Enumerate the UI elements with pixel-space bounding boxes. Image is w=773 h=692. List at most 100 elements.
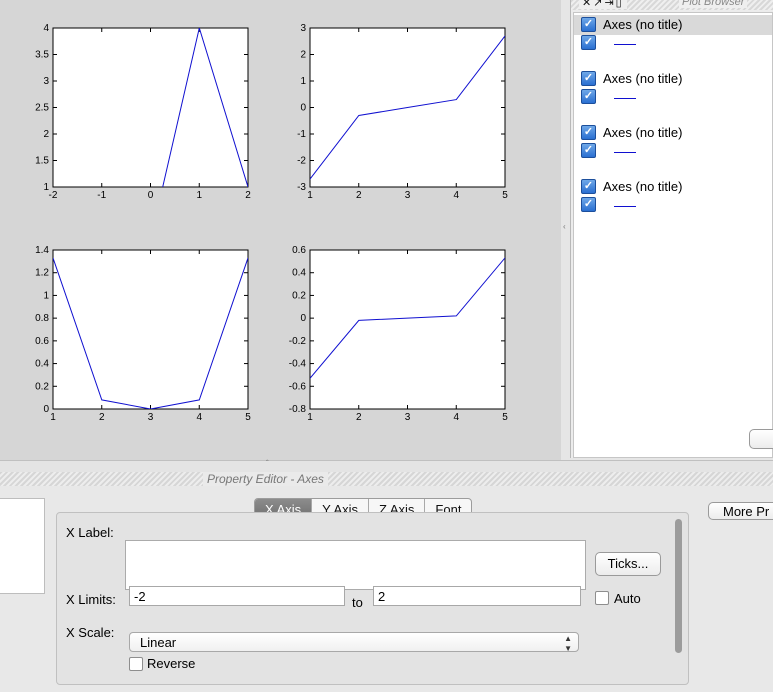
y-tick-label: -1 — [297, 129, 306, 140]
axes-label: Axes (no title) — [603, 125, 683, 140]
y-tick-label: 0.2 — [292, 290, 306, 301]
y-tick-label: 0 — [43, 404, 49, 415]
x-tick-label: 3 — [405, 412, 411, 423]
arrow-icon[interactable]: ↗ — [593, 0, 604, 9]
property-editor-titlebar: Property Editor - Axes — [0, 472, 773, 486]
ticks-button[interactable]: Ticks... — [595, 552, 661, 576]
axes-visibility-checkbox[interactable]: ✓ — [581, 125, 596, 140]
y-tick-label: 0.4 — [35, 359, 49, 370]
line-visibility-checkbox[interactable]: ✓ — [581, 197, 596, 212]
vertical-splitter[interactable]: ‹ — [561, 0, 570, 460]
axes-visibility-checkbox[interactable]: ✓ — [581, 71, 596, 86]
add-data-icon[interactable]: ⇥ — [604, 0, 615, 9]
y-tick-label: -0.4 — [289, 359, 307, 370]
plot-browser-item[interactable]: ✓ Axes (no title) ✓ — [574, 69, 772, 119]
reverse-checkbox[interactable] — [129, 657, 143, 671]
x-tick-label: 2 — [356, 190, 362, 201]
y-tick-label: 3 — [43, 76, 49, 87]
x-tick-label: -2 — [49, 190, 58, 201]
subplot-axes-2[interactable]: 1 2 3 4 5 3 2 1 0 -1 -2 -3 — [297, 23, 508, 201]
plot-browser-toolbar[interactable]: ✕↗⇥▯ — [579, 0, 627, 9]
x-tick-label: 1 — [196, 190, 202, 201]
x-tick-label: 0 — [148, 190, 154, 201]
line-row[interactable]: ✓ — [574, 89, 772, 109]
axes-box[interactable] — [52, 27, 249, 188]
x-tick-label: 1 — [307, 190, 313, 201]
x-limit-max-input[interactable]: 2 — [373, 586, 581, 606]
axes-visibility-checkbox[interactable]: ✓ — [581, 179, 596, 194]
axes-row[interactable]: ✓ Axes (no title) — [574, 69, 772, 89]
splitter-grip-icon: ˆ — [266, 459, 269, 468]
more-properties-button[interactable]: More Pr — [708, 502, 773, 520]
y-tick-label: 0.2 — [35, 381, 49, 392]
y-tick-label: 2.5 — [35, 103, 49, 114]
plot-browser-panel: ✕↗⇥▯ Plot Browser ✓ Axes (no title) ✓ ✓ Axes… — [570, 0, 773, 458]
line-row[interactable]: ✓ — [574, 197, 772, 217]
y-tick-label: -2 — [297, 156, 306, 167]
property-scrollbar[interactable] — [674, 516, 683, 678]
y-tick-label: 1.5 — [35, 156, 49, 167]
x-tick-label: 4 — [196, 412, 202, 423]
line-swatch-icon — [614, 44, 636, 45]
x-scale-value: Linear — [140, 635, 177, 650]
y-tick-label: -3 — [297, 182, 306, 193]
line-visibility-checkbox[interactable]: ✓ — [581, 35, 596, 50]
y-tick-label: 1 — [43, 182, 49, 193]
axes-label: Axes (no title) — [603, 71, 683, 86]
y-tick-label: 4 — [43, 23, 49, 34]
x-tick-label: 3 — [148, 412, 154, 423]
subplot-grid[interactable]: -2 -1 0 1 243.532.521.511 2 3 4 53210-1-2-31 2 3 4 5… — [0, 0, 561, 460]
axes-label: Axes (no title) — [603, 17, 683, 32]
axes-visibility-checkbox[interactable]: ✓ — [581, 17, 596, 32]
axes-box[interactable] — [52, 249, 249, 410]
x-tick-label: 4 — [453, 190, 459, 201]
subplot-axes-1[interactable]: -2 -1 0 1 2 4 3.5 3 2.5 2 1.5 1 — [35, 23, 251, 240]
figure-canvas[interactable]: -2 -1 0 1 2 4 3.5 3 2.5 2 1.5 1 1 2 3 4 5 3 2 1 0 -1 -2 -3 1 2 3 4 5… — [0, 0, 561, 460]
y-tick-label: 1 — [43, 290, 49, 301]
property-editor-panel: X Axis Y Axis Z Axis Font X Label: Ticks… — [0, 486, 773, 692]
axes-row[interactable]: ✓ Axes (no title) — [574, 15, 772, 35]
add-button[interactable]: A — [749, 429, 773, 449]
scrollbar-thumb[interactable] — [675, 519, 682, 653]
subplot-axes-3[interactable]: 1 2 3 4 5 1.4 1.2 1 0.8 0.6 0.4 0.2 0 — [35, 245, 251, 423]
x-tick-label: 4 — [453, 412, 459, 423]
line-visibility-checkbox[interactable]: ✓ — [581, 143, 596, 158]
line-visibility-checkbox[interactable]: ✓ — [581, 89, 596, 104]
y-tick-label: 0.6 — [35, 336, 49, 347]
auto-checkbox[interactable] — [595, 591, 609, 605]
delete-icon[interactable]: ▯ — [616, 0, 624, 9]
axes-row[interactable]: ✓ Axes (no title) — [574, 177, 772, 197]
subplot-axes-4[interactable]: 1 2 3 4 5 0.6 0.4 0.2 0 -0.2 -0.4 -0.6 -0.8 — [289, 245, 508, 423]
x-label-field[interactable] — [125, 540, 586, 590]
plot-browser-item[interactable]: ✓ Axes (no title) ✓ — [574, 123, 772, 173]
to-caption: to — [352, 595, 363, 610]
y-tick-label: -0.2 — [289, 336, 307, 347]
plot-browser-titlebar: ✕↗⇥▯ Plot Browser — [571, 0, 773, 10]
x-limit-min-input[interactable]: -2 — [129, 586, 345, 606]
splitter-grip-icon: ‹ — [563, 222, 566, 231]
plot-browser-list[interactable]: ✓ Axes (no title) ✓ ✓ Axes (no title) ✓ ✓ Axes … — [573, 12, 773, 458]
y-tick-label: -0.6 — [289, 381, 307, 392]
x-tick-label: 2 — [99, 412, 105, 423]
x-tick-label: -1 — [97, 190, 106, 201]
y-tick-label: 3.5 — [35, 50, 49, 61]
y-tick-label: 0.6 — [292, 245, 306, 256]
plot-browser-item[interactable]: ✓ Axes (no title) ✓ — [574, 177, 772, 227]
x-scale-select[interactable]: Linear ▲ ▼ — [129, 632, 579, 653]
x-tick-label: 2 — [245, 190, 251, 201]
line-swatch-icon — [614, 98, 636, 99]
axes-box[interactable] — [309, 249, 506, 410]
y-tick-label: 1 — [300, 76, 306, 87]
close-icon[interactable]: ✕ — [582, 0, 593, 9]
y-tick-label: 2 — [43, 129, 49, 140]
x-tick-label: 3 — [405, 190, 411, 201]
line-row[interactable]: ✓ — [574, 143, 772, 163]
x-tick-label: 5 — [245, 412, 251, 423]
line-swatch-icon — [614, 152, 636, 153]
property-editor-title: Property Editor - Axes — [203, 472, 328, 486]
axes-row[interactable]: ✓ Axes (no title) — [574, 123, 772, 143]
plot-browser-item[interactable]: ✓ Axes (no title) ✓ — [574, 15, 772, 65]
y-tick-label: 3 — [300, 23, 306, 34]
y-tick-label: 0 — [300, 103, 306, 114]
line-row[interactable]: ✓ — [574, 35, 772, 55]
